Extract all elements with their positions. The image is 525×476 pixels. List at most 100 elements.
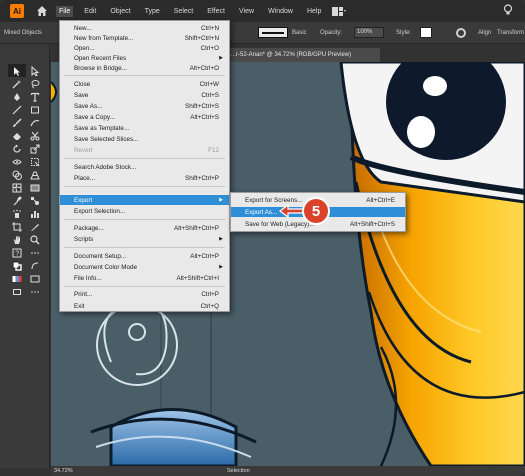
menu-item-save-as-template[interactable]: Save as Template... [60, 123, 229, 133]
screen-mode-icon[interactable] [8, 285, 26, 298]
menu-effect[interactable]: Effect [204, 6, 228, 17]
menu-item-document-color-mode[interactable]: Document Color Mode ▶ [60, 262, 229, 272]
menu-item-search-adobe-stock[interactable]: Search Adobe Stock... [60, 162, 229, 172]
illustrator-window: Ai File Edit Object Type Select Effect V… [0, 0, 525, 476]
menu-separator [64, 286, 225, 287]
file-menu-dropdown: New... Ctrl+N New from Template... Shift+C… [59, 20, 230, 312]
workspace-switcher-icon[interactable] [332, 6, 347, 16]
menu-item-export-selection[interactable]: Export Selection... [60, 206, 229, 216]
menu-bar: Ai File Edit Object Type Select Effect V… [0, 0, 525, 22]
menu-item-new-from-template[interactable]: New from Template... Shift+Ctrl+N [60, 33, 229, 43]
artboard-tool[interactable] [8, 220, 26, 233]
opacity-field[interactable]: 100% [354, 27, 384, 38]
menu-item-exit[interactable]: Exit Ctrl+Q [60, 301, 229, 311]
symbol-sprayer-tool[interactable] [8, 207, 26, 220]
menu-item-save[interactable]: Save Ctrl+S [60, 90, 229, 100]
menu-item-document-setup[interactable]: Document Setup... Alt+Ctrl+P [60, 251, 229, 261]
menu-item-open-recent[interactable]: Open Recent Files ▶ [60, 53, 229, 63]
hand-tool[interactable] [8, 233, 26, 246]
tools-panel: ? [0, 44, 50, 468]
tool-grid: ? [8, 64, 44, 298]
rotate-tool[interactable] [8, 142, 26, 155]
blend-tool[interactable] [26, 194, 44, 207]
submenu-arrow-icon: ▶ [219, 55, 223, 61]
menu-item-save-selected-slices[interactable]: Save Selected Slices... [60, 134, 229, 144]
fill-swatch[interactable] [8, 259, 26, 272]
paintbrush-tool[interactable] [8, 116, 26, 129]
opacity-label[interactable]: Opacity: [320, 30, 342, 36]
shape-builder-tool[interactable] [8, 168, 26, 181]
recolor-artwork-icon[interactable] [456, 28, 466, 38]
draw-mode-icon[interactable] [26, 272, 44, 285]
submenu-arrow-icon: ▶ [219, 264, 223, 270]
more-tools-icon[interactable] [26, 285, 44, 298]
menu-item-open[interactable]: Open... Ctrl+O [60, 43, 229, 53]
menu-separator [64, 219, 225, 220]
scale-tool[interactable] [26, 142, 44, 155]
menu-item-browse-in-bridge[interactable]: Browse in Bridge... Alt+Ctrl+O [60, 63, 229, 73]
transform-link[interactable]: Transform [497, 30, 524, 36]
menu-item-save-a-copy[interactable]: Save a Copy... Alt+Ctrl+S [60, 112, 229, 122]
menu-file[interactable]: File [56, 5, 74, 17]
document-tab[interactable]: ...r-52-Anan* @ 34.72% (RGB/GPU Preview) [225, 48, 380, 62]
menu-item-print[interactable]: Print... Ctrl+P [60, 289, 229, 299]
shaper-tool[interactable] [26, 116, 44, 129]
eyedropper-tool[interactable] [8, 194, 26, 207]
magic-wand-tool[interactable] [8, 77, 26, 90]
menu-edit[interactable]: Edit [81, 6, 99, 17]
menu-object[interactable]: Object [107, 6, 133, 17]
status-tool-label[interactable]: Selection [227, 468, 250, 474]
menu-type[interactable]: Type [142, 6, 163, 17]
step-callout-badge: 5 [302, 197, 330, 225]
menu-item-close[interactable]: Close Ctrl+W [60, 79, 229, 89]
column-graph-tool[interactable] [26, 207, 44, 220]
perspective-grid-tool[interactable] [26, 168, 44, 181]
slice-tool[interactable] [26, 220, 44, 233]
lasso-tool[interactable] [26, 77, 44, 90]
menu-help[interactable]: Help [304, 6, 324, 17]
menu-separator [64, 247, 225, 248]
line-tool[interactable] [8, 103, 26, 116]
rectangle-tool[interactable] [26, 103, 44, 116]
menu-item-package[interactable]: Package... Alt+Shift+Ctrl+P [60, 223, 229, 233]
menu-separator [64, 75, 225, 76]
style-label: Style: [396, 30, 412, 36]
lightbulb-icon[interactable] [503, 4, 513, 16]
edit-toolbar-icon[interactable] [26, 246, 44, 259]
help-icon[interactable]: ? [8, 246, 26, 259]
zoom-level-field[interactable]: 34.72% [54, 468, 73, 474]
type-tool[interactable] [26, 90, 44, 103]
menu-item-revert: Revert F12 [74, 146, 219, 154]
submenu-arrow-icon: ▶ [219, 236, 223, 242]
menu-item-place[interactable]: Place... Shift+Ctrl+P [60, 173, 229, 183]
stroke-profile-line [262, 32, 284, 34]
color-mode-icon[interactable] [8, 272, 26, 285]
menu-view[interactable]: View [236, 6, 257, 17]
align-link[interactable]: Align [478, 30, 491, 36]
free-transform-tool[interactable] [26, 155, 44, 168]
menu-item-export[interactable]: Export ▶ [60, 195, 229, 205]
app-logo: Ai [10, 4, 24, 18]
menu-item-new[interactable]: New... Ctrl+N [60, 23, 229, 33]
menu-select[interactable]: Select [171, 6, 196, 17]
selection-tool[interactable] [8, 64, 26, 77]
brush-definition-label[interactable]: Basic [292, 30, 307, 36]
menu-item-scripts[interactable]: Scripts ▶ [60, 234, 229, 244]
swap-fill-stroke-icon[interactable] [26, 259, 44, 272]
status-bar: 34.72% Selection [51, 466, 525, 476]
zoom-tool[interactable] [26, 233, 44, 246]
direct-selection-tool[interactable] [26, 64, 44, 77]
menu-item-file-info[interactable]: File Info... Alt+Shift+Ctrl+I [60, 273, 229, 283]
eraser-tool[interactable] [8, 129, 26, 142]
pen-tool[interactable] [8, 90, 26, 103]
gradient-tool[interactable] [26, 181, 44, 194]
home-icon[interactable] [36, 5, 48, 17]
submenu-arrow-icon: ▶ [219, 197, 223, 203]
svg-text:?: ? [15, 250, 19, 257]
menu-window[interactable]: Window [265, 6, 296, 17]
width-tool[interactable] [8, 155, 26, 168]
menu-item-save-as[interactable]: Save As... Shift+Ctrl+S [60, 101, 229, 111]
mesh-tool[interactable] [8, 181, 26, 194]
graphic-style-swatch[interactable] [420, 27, 432, 38]
scissors-tool[interactable] [26, 129, 44, 142]
